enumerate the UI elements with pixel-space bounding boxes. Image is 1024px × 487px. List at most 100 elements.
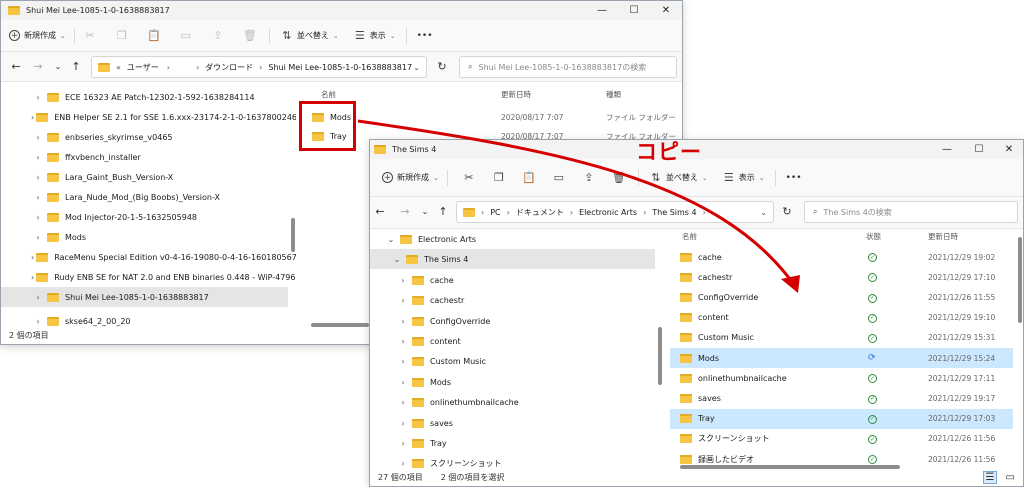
chevron-right-icon[interactable]: › xyxy=(396,357,410,366)
column-header-name[interactable]: 名前 xyxy=(321,89,336,100)
column-header-name[interactable]: 名前 xyxy=(682,231,697,242)
tree-item[interactable]: › Mod Injector-20-1-5-1632505948 xyxy=(1,207,296,227)
rename-icon[interactable]: ▭ xyxy=(552,171,566,185)
forward-arrow-icon[interactable]: → xyxy=(31,60,45,73)
sort-button[interactable]: ⇅ 並べ替え ⌄ xyxy=(280,29,338,43)
rename-icon[interactable]: ▭ xyxy=(179,29,193,43)
tree-item[interactable]: › Lara_Gaint_Bush_Version-X xyxy=(1,167,296,187)
share-icon[interactable]: ⇪ xyxy=(211,29,225,43)
breadcrumb-electronic-arts[interactable]: Electronic Arts xyxy=(579,208,637,217)
chevron-right-icon[interactable]: › xyxy=(31,133,45,142)
tree-item[interactable]: ⌄ Electronic Arts xyxy=(370,229,655,249)
tree-item[interactable]: › Lara_Nude_Mod_(Big Boobs)_Version-X xyxy=(1,187,296,207)
chevron-right-icon[interactable]: › xyxy=(31,173,45,182)
search-input[interactable]: ⌕ The Sims 4の検索 xyxy=(804,201,1018,223)
view-button[interactable]: ☰ 表示 ⌄ xyxy=(722,171,765,185)
chevron-right-icon[interactable]: › xyxy=(31,253,34,262)
paste-icon[interactable]: 📋 xyxy=(147,29,161,43)
file-row[interactable]: スクリーンショット ✓ 2021/12/26 11:56 xyxy=(670,429,1013,449)
column-header-date[interactable]: 更新日時 xyxy=(501,89,531,100)
new-button[interactable]: + 新規作成 ⌄ xyxy=(382,172,439,183)
tree-item[interactable]: › ConfigOverride xyxy=(370,311,655,331)
file-row[interactable]: onlinethumbnailcache ✓ 2021/12/29 17:11 xyxy=(670,368,1013,388)
copy-icon[interactable]: ❐ xyxy=(115,29,129,43)
breadcrumb-current[interactable]: The Sims 4 xyxy=(652,208,696,217)
up-arrow-icon[interactable]: ↑ xyxy=(69,60,83,73)
chevron-right-icon[interactable]: › xyxy=(396,296,410,305)
column-header-type[interactable]: 種類 xyxy=(606,89,621,100)
tree-item[interactable]: › cachestr xyxy=(370,290,655,310)
address-bar[interactable]: › PC › ドキュメント › Electronic Arts › The Si… xyxy=(456,201,774,223)
breadcrumb-current[interactable]: Shui Mei Lee-1085-1-0-1638883817 xyxy=(268,63,412,72)
chevron-down-icon[interactable]: ⌄ xyxy=(384,235,398,244)
chevron-right-icon[interactable]: › xyxy=(31,293,45,302)
file-row[interactable]: cachestr ✓ 2021/12/29 17:10 xyxy=(670,267,1013,287)
tree-item[interactable]: › cache xyxy=(370,270,655,290)
breadcrumb-separator[interactable]: › xyxy=(570,208,573,217)
chevron-right-icon[interactable]: › xyxy=(396,439,410,448)
breadcrumb-separator[interactable]: › xyxy=(481,208,484,217)
maximize-button[interactable]: ☐ xyxy=(963,140,995,159)
breadcrumb-overflow[interactable]: « xyxy=(116,63,121,72)
breadcrumb-separator[interactable]: › xyxy=(167,63,170,72)
minimize-button[interactable]: — xyxy=(586,1,618,20)
chevron-down-icon[interactable]: ⌄ xyxy=(390,255,404,264)
more-options-button[interactable]: ••• xyxy=(786,173,802,183)
tree-item[interactable]: › Mods xyxy=(370,372,655,392)
chevron-right-icon[interactable]: › xyxy=(31,317,45,326)
tiles-view-icon[interactable]: ▭ xyxy=(1006,472,1015,483)
file-list-scrollbar[interactable] xyxy=(1018,237,1022,323)
up-arrow-icon[interactable]: ↑ xyxy=(436,205,450,218)
file-row[interactable]: saves ✓ 2021/12/29 19:17 xyxy=(670,388,1013,408)
file-row[interactable]: Mods ⟳ 2021/12/29 15:24 xyxy=(670,348,1013,368)
tree-item[interactable]: › Tray xyxy=(370,433,655,453)
cut-icon[interactable]: ✂ xyxy=(83,29,97,43)
breadcrumb-separator[interactable]: › xyxy=(507,208,510,217)
nav-pane-scrollbar[interactable] xyxy=(291,218,295,252)
chevron-right-icon[interactable]: › xyxy=(396,276,410,285)
refresh-icon[interactable]: ↻ xyxy=(780,205,794,218)
details-view-icon[interactable]: ☰ xyxy=(983,470,997,484)
chevron-right-icon[interactable]: › xyxy=(396,459,410,468)
tree-item[interactable]: › saves xyxy=(370,413,655,433)
recent-chevron-icon[interactable]: ⌄ xyxy=(51,62,65,71)
tree-item[interactable]: › onlinethumbnailcache xyxy=(370,392,655,412)
breadcrumb-documents[interactable]: ドキュメント xyxy=(516,207,564,218)
chevron-right-icon[interactable]: › xyxy=(31,93,45,102)
tree-item[interactable]: › Rudy ENB SE for NAT 2.0 and ENB binarie… xyxy=(1,267,296,287)
maximize-button[interactable]: ☐ xyxy=(618,1,650,20)
tree-item[interactable]: › Custom Music xyxy=(370,351,655,371)
chevron-right-icon[interactable]: › xyxy=(396,398,410,407)
breadcrumb-users[interactable]: ユーザー xyxy=(127,62,159,73)
delete-icon[interactable]: 🗑 xyxy=(612,171,626,185)
search-input[interactable]: ⌕ Shui Mei Lee-1085-1-0-1638883817の検索 xyxy=(459,56,677,78)
tree-item[interactable]: › enbseries_skyrimse_v0465 xyxy=(1,127,296,147)
breadcrumb-downloads[interactable]: ダウンロード xyxy=(205,62,253,73)
recent-chevron-icon[interactable]: ⌄ xyxy=(418,207,432,216)
more-options-button[interactable]: ••• xyxy=(417,31,433,41)
back-arrow-icon[interactable]: ← xyxy=(373,205,387,218)
chevron-right-icon[interactable]: › xyxy=(31,233,45,242)
file-row[interactable]: Tray ✓ 2021/12/29 17:03 xyxy=(670,408,1013,429)
chevron-right-icon[interactable]: › xyxy=(396,378,410,387)
tree-item[interactable]: › Mods xyxy=(1,227,296,247)
breadcrumb-pc[interactable]: PC xyxy=(490,208,500,217)
nav-pane-scrollbar[interactable] xyxy=(658,327,662,385)
tree-item-selected[interactable]: › Shui Mei Lee-1085-1-0-1638883817 xyxy=(1,287,288,307)
file-row[interactable]: cache ✓ 2021/12/29 19:02 xyxy=(670,247,1013,267)
tree-item[interactable]: › ENB Helper SE 2.1 for SSE 1.6.xxx-23174… xyxy=(1,107,296,127)
tree-item-selected[interactable]: ⌄ The Sims 4 xyxy=(370,249,655,269)
file-row[interactable]: Mods 2020/08/17 7:07 ファイル フォルダー xyxy=(301,107,682,127)
chevron-right-icon[interactable]: › xyxy=(31,153,45,162)
forward-arrow-icon[interactable]: → xyxy=(398,205,412,218)
chevron-right-icon[interactable]: › xyxy=(31,193,45,202)
tree-item[interactable]: › ECE 16323 AE Patch-12302-1-592-16382841… xyxy=(1,87,296,107)
chevron-right-icon[interactable]: › xyxy=(31,113,34,122)
tree-item[interactable]: › content xyxy=(370,331,655,351)
tree-item[interactable]: › RaceMenu Special Edition v0-4-16-19080-… xyxy=(1,247,296,267)
chevron-right-icon[interactable]: › xyxy=(31,213,45,222)
chevron-right-icon[interactable]: › xyxy=(396,317,410,326)
sort-button[interactable]: ⇅ 並べ替え ⌄ xyxy=(649,171,707,185)
breadcrumb-separator[interactable]: › xyxy=(703,208,706,217)
file-row[interactable]: content ✓ 2021/12/29 19:10 xyxy=(670,308,1013,328)
